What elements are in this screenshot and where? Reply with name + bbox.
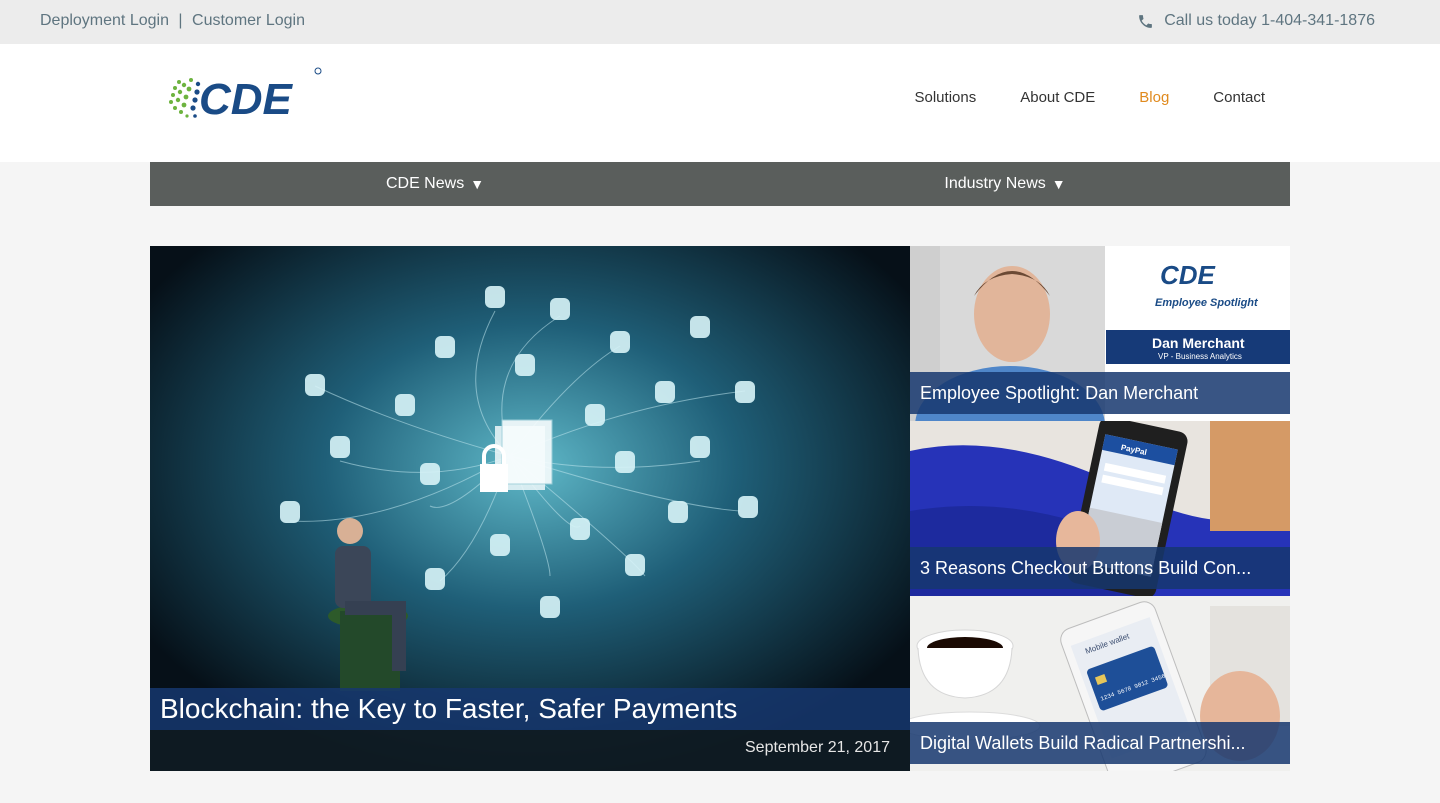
- nav-solutions[interactable]: Solutions: [915, 89, 977, 106]
- subnav-industry-news-label: Industry News: [944, 175, 1046, 192]
- logo-text: CDE: [199, 75, 294, 124]
- post-card-caption[interactable]: Employee Spotlight: Dan Merchant: [910, 372, 1290, 414]
- featured-date: September 21, 2017: [745, 739, 890, 756]
- nav-about-cde[interactable]: About CDE: [1020, 89, 1095, 106]
- post-card-caption[interactable]: 3 Reasons Checkout Buttons Build Con...: [910, 547, 1290, 589]
- phone-text: Call us today 1-404-341-1876: [1164, 12, 1375, 29]
- featured-title-bar[interactable]: Blockchain: the Key to Faster, Safer Pay…: [150, 688, 910, 730]
- blog-subnav: CDE News ▼ Industry News ▼: [150, 162, 1290, 206]
- phone-link[interactable]: Call us today 1-404-341-1876: [1137, 12, 1375, 30]
- login-separator: |: [178, 12, 183, 29]
- post-card-caption[interactable]: Digital Wallets Build Radical Partnershi…: [910, 722, 1290, 764]
- featured-title: Blockchain: the Key to Faster, Safer Pay…: [160, 693, 738, 724]
- spotlight-logo: CDE: [1160, 260, 1216, 290]
- post-card[interactable]: Mobile wallet 1234 5678 9012 3456 Digita…: [910, 596, 1290, 771]
- caret-down-icon: ▼: [1051, 176, 1066, 192]
- spotlight-name: Dan Merchant: [1152, 335, 1245, 351]
- main-nav: Solutions About CDE Blog Contact: [871, 89, 1266, 106]
- phone-icon: [1139, 14, 1153, 28]
- post-card[interactable]: PayPal 3 Reasons Checkout Buttons Build …: [910, 421, 1290, 596]
- deployment-login-link[interactable]: Deployment Login: [40, 12, 169, 29]
- subnav-cde-news[interactable]: CDE News ▼: [150, 162, 720, 206]
- subnav-cde-news-label: CDE News: [385, 175, 465, 192]
- post-card[interactable]: CDE Employee Spotlight Dan Merchant VP -…: [910, 246, 1290, 421]
- nav-contact[interactable]: Contact: [1213, 89, 1265, 106]
- utility-bar: Deployment Login | Customer Login Call u…: [0, 0, 1440, 44]
- customer-login-link[interactable]: Customer Login: [192, 12, 305, 29]
- subnav-industry-news[interactable]: Industry News ▼: [720, 162, 1290, 206]
- spotlight-role: VP - Business Analytics: [1158, 352, 1242, 361]
- caret-down-icon: ▼: [470, 176, 485, 192]
- login-links: Deployment Login | Customer Login: [40, 12, 305, 30]
- spotlight-headline: Employee Spotlight: [1155, 297, 1259, 309]
- site-header: CDE Solutions About CDE Blog Contact: [0, 44, 1440, 162]
- featured-post[interactable]: Blockchain: the Key to Faster, Safer Pay…: [150, 246, 910, 771]
- post-card-title: 3 Reasons Checkout Buttons Build Con...: [920, 558, 1252, 578]
- post-card-title: Digital Wallets Build Radical Partnershi…: [920, 733, 1246, 753]
- featured-date-bar: September 21, 2017: [150, 730, 910, 771]
- post-card-title: Employee Spotlight: Dan Merchant: [920, 383, 1199, 403]
- nav-blog[interactable]: Blog: [1139, 89, 1169, 106]
- cde-logo[interactable]: CDE: [165, 62, 325, 124]
